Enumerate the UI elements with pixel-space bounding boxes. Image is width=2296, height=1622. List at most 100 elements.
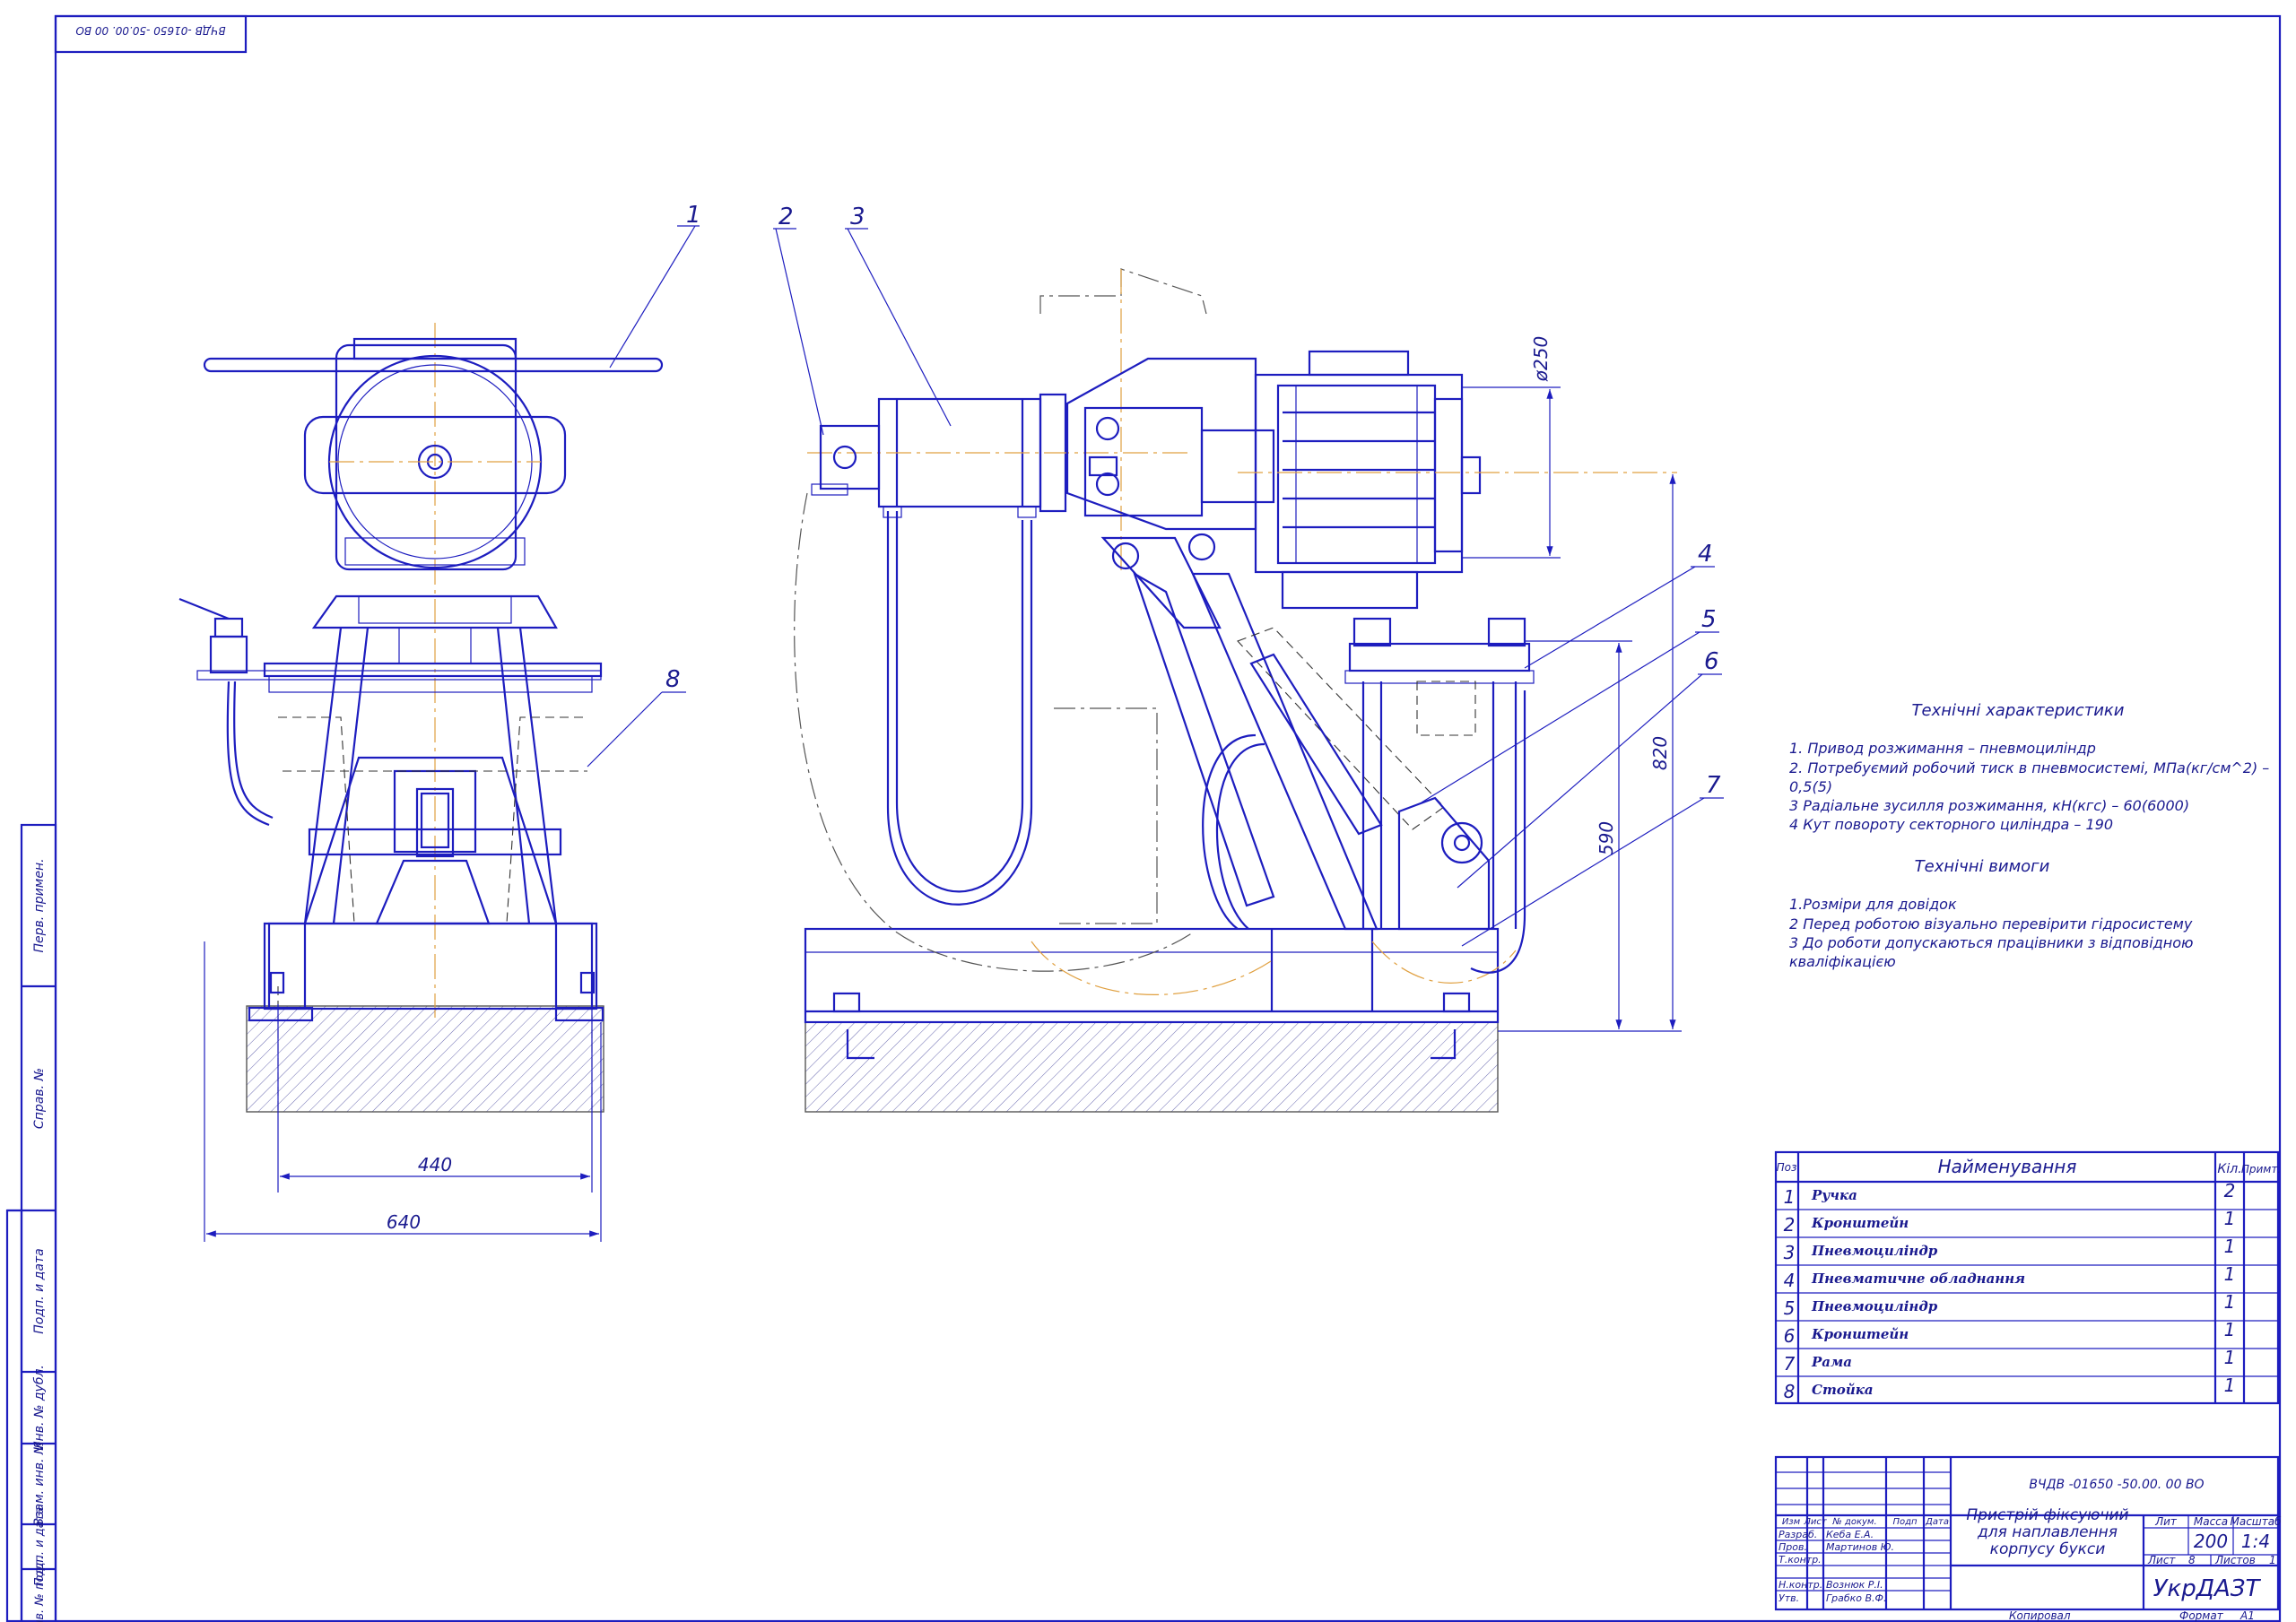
tech-char-title: Технічні характеристики [1912, 701, 2125, 720]
bom-table: Поз Найменування Кіл. Примт. 1 Ручка 2 2… [1774, 1150, 2281, 1405]
bom-qty-2: 1 [2224, 1208, 2236, 1229]
tb-scale-value: 1:4 [2241, 1531, 2270, 1552]
bom-pos-6: 6 [1784, 1325, 1796, 1347]
tb-col-list: Лист [1803, 1517, 1828, 1527]
tb-format-value: А1 [2239, 1609, 2255, 1622]
tech-characteristics: Технічні характеристики 1. Привод розжим… [1789, 701, 2269, 833]
drawing-sheet: ВЧДВ -01650 -50.00. 00 ВО Перв. примен. … [5, 14, 2282, 1622]
tb-col-sign: Подп [1892, 1517, 1918, 1527]
bom-head-qty: Кіл. [2217, 1162, 2241, 1176]
bom-qty-1: 2 [2224, 1180, 2236, 1201]
top-stamp: ВЧДВ -01650 -50.00. 00 ВО [54, 14, 248, 54]
tb-role-5: Утв. [1779, 1592, 1799, 1604]
tb-role-0: Разраб. [1779, 1529, 1817, 1540]
bom-name-5: Пневмоциліндр [1811, 1298, 1938, 1314]
top-stamp-text: ВЧДВ -01650 -50.00. 00 ВО [75, 24, 225, 37]
side-label-3: Инв. № дубл. [32, 1365, 47, 1451]
tb-name-1: Мартинов Ю. [1826, 1541, 1894, 1553]
tb-sheet-label: Лист [2147, 1554, 2176, 1566]
tb-role-4: Н.контр. [1779, 1579, 1822, 1591]
bom-head-pos: Поз [1777, 1161, 1797, 1174]
tech-req-line-1: 2 Перед роботою візуально перевірити гід… [1789, 915, 2193, 932]
dim-820: 820 [1649, 736, 1671, 770]
side-stamp: Перв. примен. Справ. № Подп. и дата Инв.… [5, 823, 57, 1622]
tb-title-0: Пристрій фіксуючий [1966, 1506, 2128, 1524]
bom-name-1: Ручка [1811, 1187, 1857, 1203]
bom-qty-7: 1 [2224, 1347, 2236, 1368]
side-label-0: Перв. примен. [32, 858, 47, 952]
tb-title-2: корпусу букси [1990, 1540, 2106, 1558]
tb-sheet-value: 8 [2188, 1554, 2196, 1566]
bracket-2 [819, 424, 881, 490]
tb-role-2: Т.контр. [1779, 1554, 1822, 1566]
dim-440: 440 [418, 1154, 452, 1175]
bom-qty-3: 1 [2224, 1236, 2236, 1257]
bom-name-2: Кронштейн [1811, 1215, 1909, 1231]
side-foundation [804, 1021, 1499, 1113]
title-doc-code: ВЧДВ -01650 -50.00. 00 ВО [2029, 1478, 2204, 1492]
bom-pos-3: 3 [1784, 1242, 1796, 1263]
tb-sheets-label: Листов [2214, 1554, 2256, 1566]
tb-mass-value: 200 [2194, 1531, 2228, 1552]
bom-pos-4: 4 [1784, 1270, 1796, 1291]
callout-7: 7 [1706, 772, 1721, 799]
tb-mass-label: Масса [2194, 1515, 2228, 1528]
tech-requirements: Технічні вимоги 1.Розміри для довідок 2 … [1789, 857, 2193, 970]
bom-name-7: Рама [1811, 1354, 1852, 1370]
bom-pos-5: 5 [1784, 1297, 1796, 1319]
bom-qty-6: 1 [2224, 1319, 2236, 1340]
tech-req-line-0: 1.Розміри для довідок [1789, 896, 1957, 913]
callout-1: 1 [686, 202, 701, 229]
side-view: ø250 590 820 2 3 4 5 6 7 [773, 204, 1724, 1113]
tb-col-date: Дата [1925, 1517, 1949, 1527]
front-foundation [246, 1005, 604, 1113]
dim-diam-250: ø250 [1530, 336, 1552, 382]
bom-qty-8: 1 [2224, 1375, 2236, 1396]
callout-2: 2 [778, 204, 794, 230]
callout-8: 8 [665, 666, 681, 693]
bom-head-name: Найменування [1938, 1156, 2077, 1177]
tech-char-line-4: 4 Кут повороту секторного циліндра – 190 [1789, 816, 2113, 833]
tb-sheets-value: 1 [2269, 1554, 2276, 1566]
callout-3: 3 [850, 204, 865, 230]
tech-char-line-2: 0,5(5) [1789, 778, 1832, 795]
drum [1254, 373, 1464, 574]
tb-name-5: Грабко В.Ф. [1826, 1592, 1887, 1604]
callout-4: 4 [1698, 541, 1713, 568]
bom-head-note: Примт. [2241, 1163, 2281, 1175]
tb-copied: Копировал [2009, 1609, 2071, 1622]
tech-req-line-2: 3 До роботи допускаються працівники з ві… [1789, 934, 2193, 951]
bom-pos-7: 7 [1784, 1353, 1796, 1375]
tb-scale-label: Масштаб [2230, 1515, 2282, 1528]
pneumatic-equipment-4 [1348, 642, 1531, 672]
front-view: 440 640 1 8 [178, 202, 701, 1242]
dim-590: 590 [1596, 821, 1617, 855]
tech-char-line-3: 3 Радіальне зусилля розжимання, кН(кгс) … [1789, 797, 2189, 814]
bom-name-6: Кронштейн [1811, 1326, 1909, 1342]
bom-name-4: Пневматичне обладнання [1811, 1271, 2025, 1287]
tb-format-label: Формат [2179, 1609, 2224, 1622]
bom-name-3: Пневмоциліндр [1811, 1243, 1938, 1259]
callout-5: 5 [1701, 606, 1717, 633]
side-label-1: Справ. № [32, 1068, 47, 1129]
tb-col-izm: Изм [1782, 1517, 1801, 1527]
tech-req-title: Технічні вимоги [1915, 857, 2050, 876]
bom-name-8: Стойка [1812, 1382, 1874, 1398]
tb-role-1: Пров. [1779, 1541, 1807, 1553]
tb-name-4: Вознюк Р.І. [1826, 1579, 1883, 1591]
side-label-2: Подп. и дата [32, 1248, 47, 1333]
dim-640: 640 [387, 1211, 421, 1233]
tb-title-1: для наплавлення [1977, 1523, 2118, 1541]
callout-6: 6 [1704, 648, 1719, 675]
tech-req-line-3: кваліфікацією [1789, 953, 1896, 970]
bom-qty-4: 1 [2224, 1263, 2236, 1285]
tb-col-doc: № докум. [1831, 1517, 1876, 1527]
bom-qty-5: 1 [2224, 1291, 2236, 1313]
frame-7 [804, 927, 1500, 1024]
title-block: ВЧДВ -01650 -50.00. 00 ВО Изм Лист № док… [1774, 1455, 2282, 1622]
tech-char-line-0: 1. Привод розжимання – пневмоциліндр [1789, 740, 2096, 757]
tech-char-line-1: 2. Потребуємий робочий тиск в пневмосист… [1789, 759, 2269, 776]
bom-pos-8: 8 [1784, 1381, 1796, 1402]
side-label-6: Инв. № подл. [33, 1556, 47, 1622]
tb-lit-label: Лит [2154, 1515, 2178, 1528]
